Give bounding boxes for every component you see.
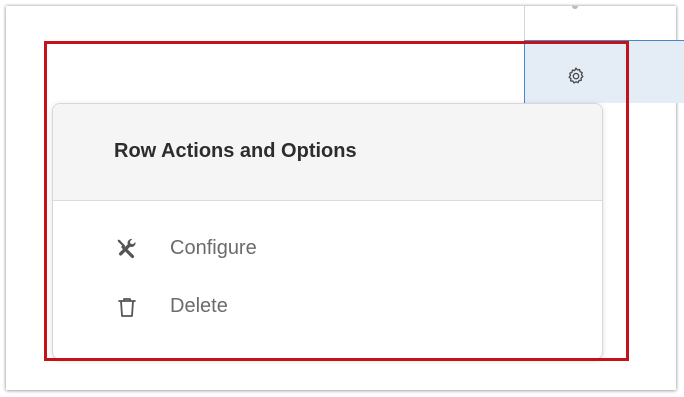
- menu-item-label: Configure: [170, 237, 257, 259]
- grid-cell-fragment: [572, 6, 578, 9]
- menu-item-delete[interactable]: Delete: [53, 284, 602, 328]
- tools-icon: [115, 237, 137, 259]
- trash-icon: [115, 295, 137, 317]
- row-actions-popover: Row Actions and Options Configure Delete: [52, 103, 603, 360]
- screenshot-frame: Row Actions and Options Configure Delete: [6, 6, 684, 390]
- menu-item-label: Delete: [170, 295, 228, 317]
- gear-icon[interactable]: [566, 66, 586, 86]
- grid-column-divider: [524, 6, 525, 40]
- row-settings-cell[interactable]: [524, 40, 684, 103]
- popover-title: Row Actions and Options: [114, 140, 357, 162]
- menu-item-configure[interactable]: Configure: [53, 226, 602, 270]
- popover-header: Row Actions and Options: [53, 104, 602, 201]
